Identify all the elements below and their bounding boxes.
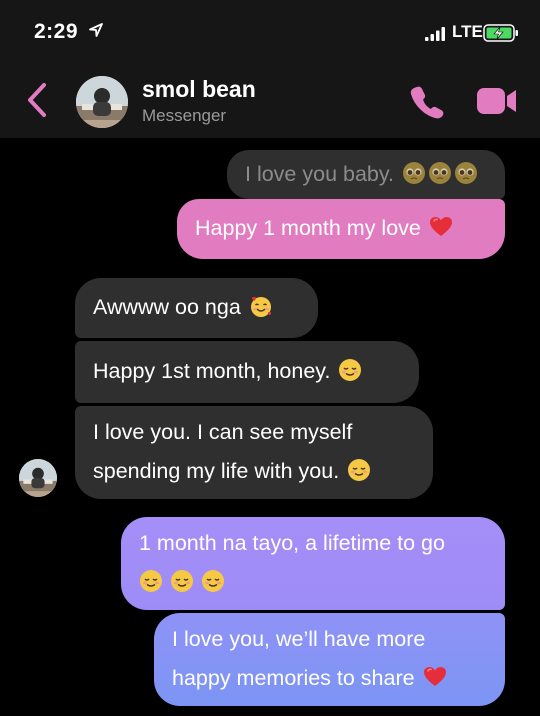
back-chevron-icon[interactable] <box>24 81 52 119</box>
network-type: LTE <box>452 22 483 41</box>
avatar-photo-icon <box>76 76 128 128</box>
message-bubble-sent[interactable]: 1 month na tayo, a lifetime to go <box>121 517 505 610</box>
avatar-photo-icon <box>19 459 57 497</box>
signal-strength-icon <box>425 27 445 41</box>
message-bubble-received[interactable]: Happy 1st month, honey. <box>75 341 419 403</box>
message-bubble-sent[interactable]: I love you baby. <box>227 150 505 199</box>
relieved-face-icon <box>139 567 163 592</box>
message-bubble-received[interactable]: I love you. I can see myself spending my… <box>75 406 433 499</box>
contact-subtitle: Messenger <box>142 106 227 125</box>
red-heart-icon <box>423 663 447 687</box>
status-bar: 2:29 LTE <box>0 0 540 66</box>
message-text-line: I love you. I can see myself <box>93 420 353 444</box>
video-call-icon[interactable] <box>476 86 518 116</box>
message-bubble-sent[interactable]: I love you, we’ll have more happy memori… <box>154 613 505 706</box>
message-text: Happy 1 month my love <box>195 216 421 240</box>
message-text: Awwww oo nga <box>93 295 241 319</box>
message-text-line: spending my life with you. <box>93 459 340 483</box>
clock: 2:29 <box>34 20 79 43</box>
chat-header: smol bean Messenger <box>0 66 540 138</box>
contact-avatar-small[interactable] <box>19 459 57 497</box>
relieved-face-icon <box>338 356 362 381</box>
message-bubble-received[interactable]: Awwww oo nga <box>75 278 318 338</box>
relieved-face-icon <box>347 456 371 481</box>
contact-name: smol bean <box>142 76 256 102</box>
message-text-line: happy memories to share <box>172 666 415 690</box>
battery-charging-icon <box>483 24 518 42</box>
red-heart-icon <box>429 213 453 237</box>
message-text: Happy 1st month, honey. <box>93 359 331 383</box>
pleading-face-icon <box>428 159 452 184</box>
message-bubble-sent[interactable]: Happy 1 month my love <box>177 199 505 259</box>
contact-avatar[interactable] <box>76 76 128 128</box>
smiling-face-with-hearts-icon <box>249 292 273 317</box>
message-text: I love you baby. <box>245 162 394 186</box>
message-text-line: 1 month na tayo, a lifetime to go <box>139 531 445 555</box>
location-arrow-icon <box>89 23 103 37</box>
pleading-face-icon <box>454 159 478 184</box>
relieved-face-icon <box>170 567 194 592</box>
relieved-face-icon <box>201 567 225 592</box>
message-text-line: I love you, we’ll have more <box>172 627 426 651</box>
pleading-face-icon <box>402 159 426 184</box>
phone-call-icon[interactable] <box>408 83 446 121</box>
